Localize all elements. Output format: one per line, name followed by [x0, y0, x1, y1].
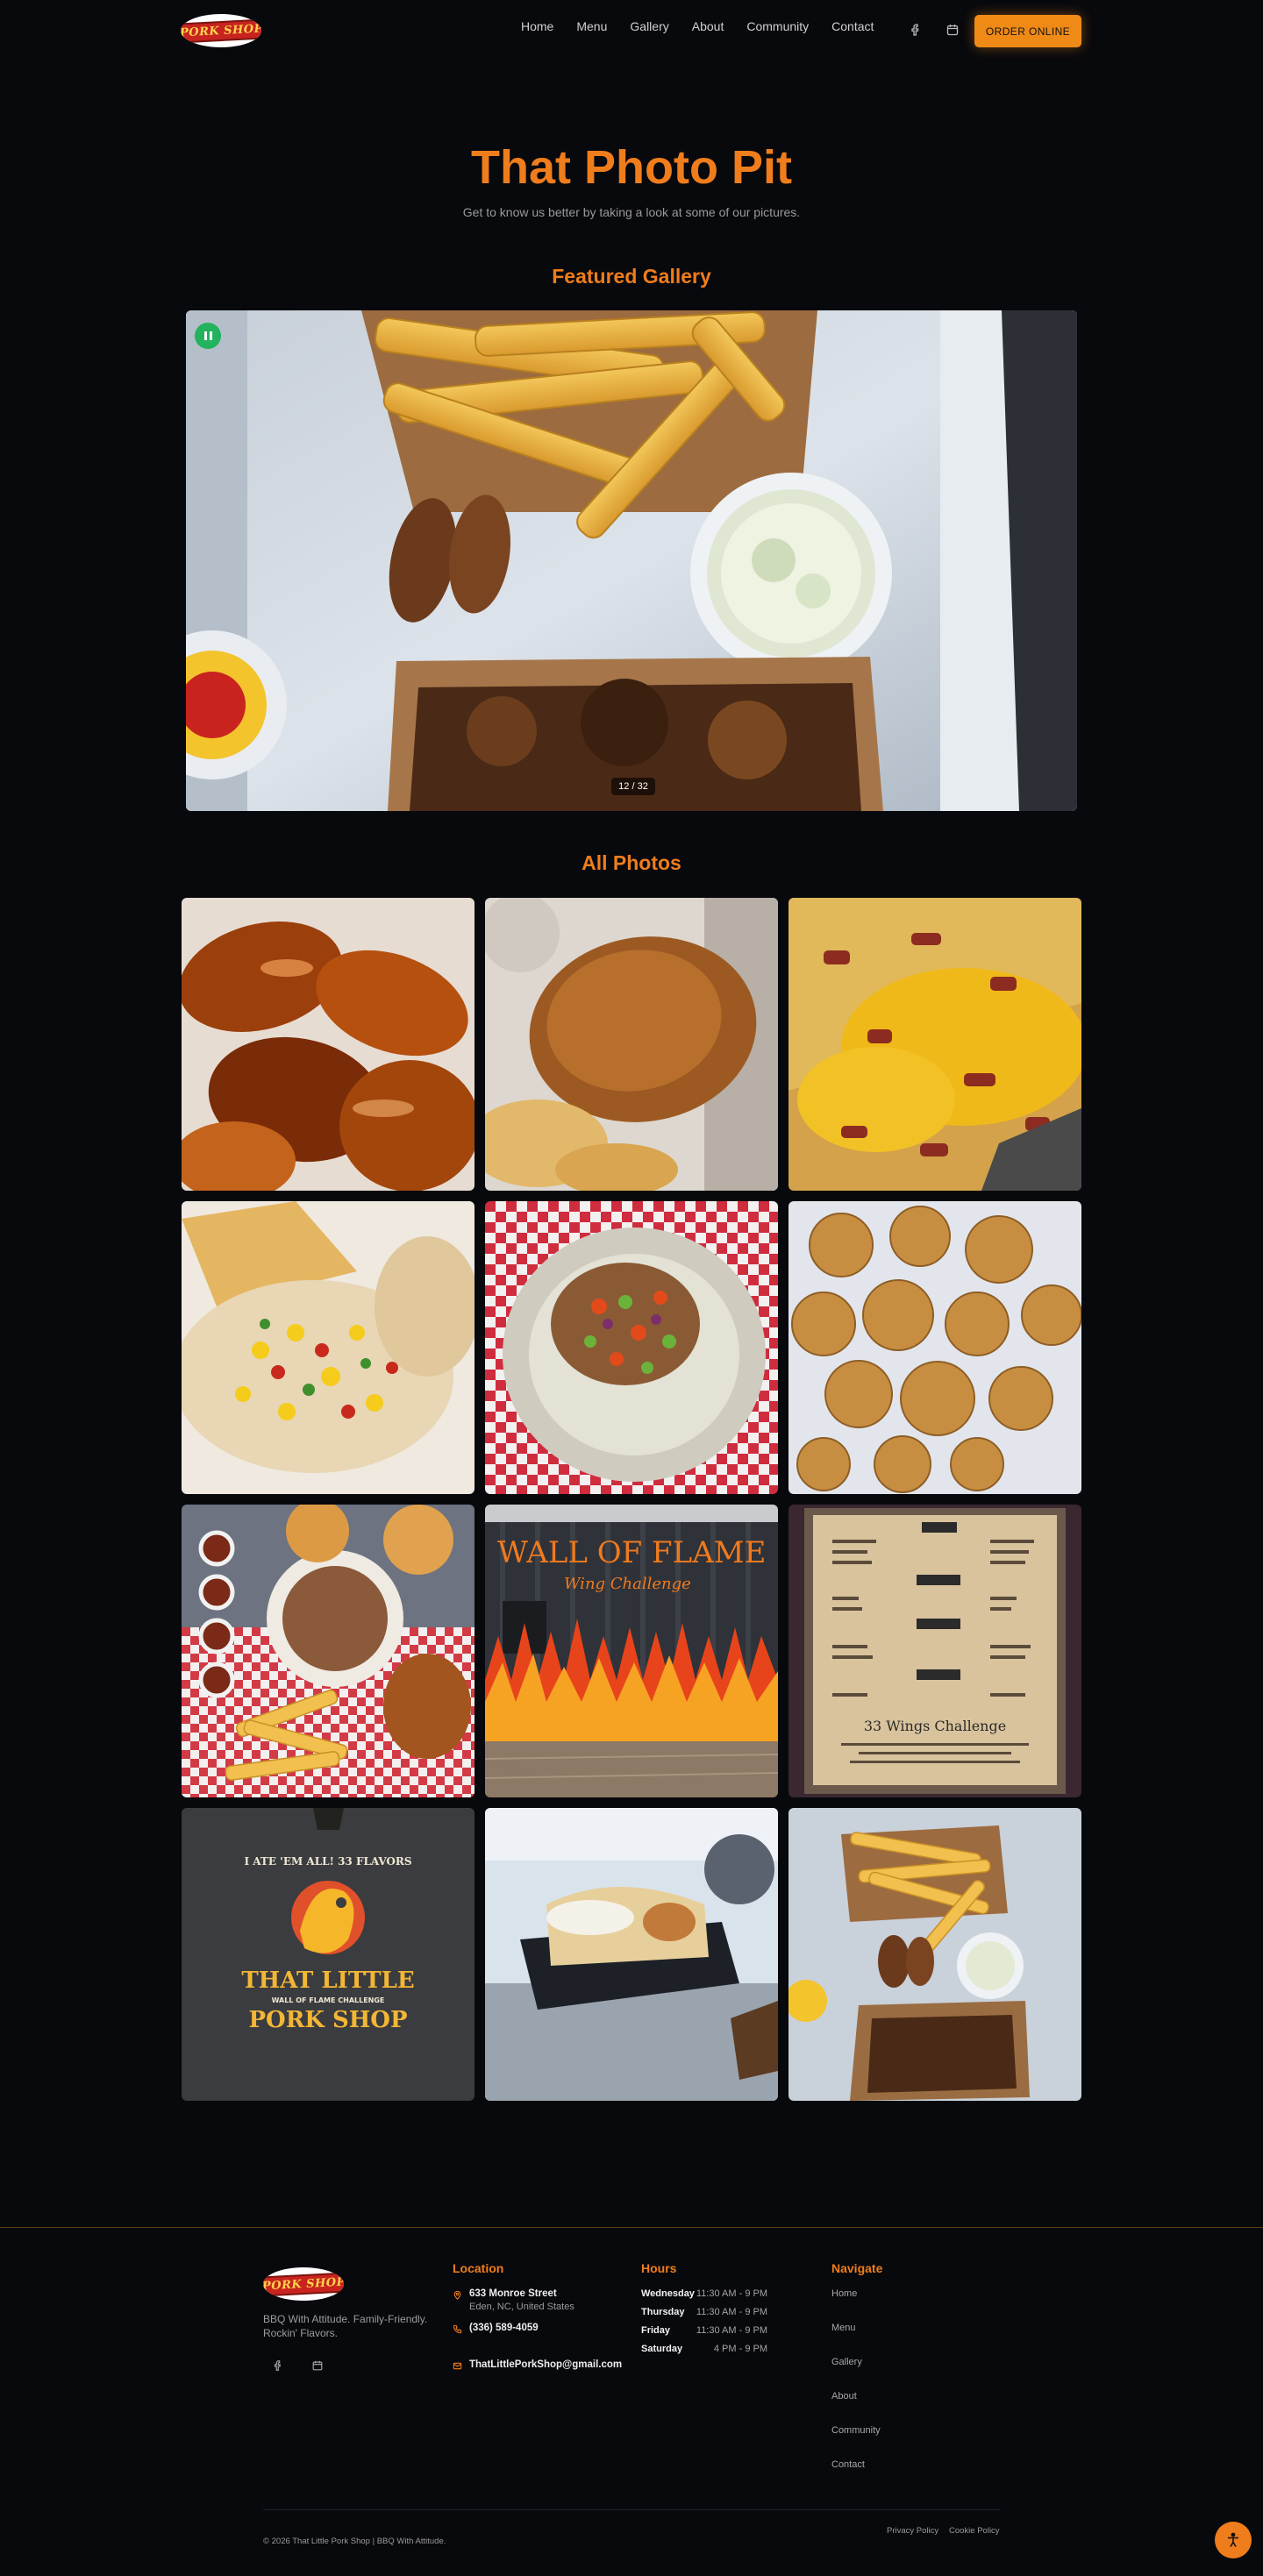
footer-facebook-icon[interactable] [272, 2359, 284, 2372]
footer-nav-gallery[interactable]: Gallery [831, 2357, 862, 2367]
photo-tile-wings[interactable] [182, 898, 475, 1191]
email-address: ThatLittlePorkShop@gmail.com [469, 2359, 623, 2370]
calendar-icon[interactable] [945, 23, 960, 37]
featured-gallery-heading: Featured Gallery [552, 265, 711, 288]
loaded-fries-photo [788, 898, 1081, 1191]
hours-time: 4 PM - 9 PM [713, 2344, 767, 2354]
street-address: 633 Monroe Street [469, 2288, 557, 2299]
phone-icon [453, 2324, 462, 2334]
footer-nav-community[interactable]: Community [831, 2425, 881, 2436]
nav-contact[interactable]: Contact [831, 18, 874, 35]
photo-tile-fries-pork-tray[interactable] [788, 1808, 1081, 2101]
footer-tagline: BBQ With Attitude. Family-Friendly. Rock… [263, 2313, 428, 2339]
menu-board-photo: 33 Wings Challenge [788, 1505, 1081, 1797]
nav-about[interactable]: About [692, 18, 724, 35]
pause-slideshow-button[interactable] [195, 323, 221, 349]
photo-tile-fried-pickles[interactable] [788, 1201, 1081, 1494]
hours-time: 11:30 AM - 9 PM [696, 2307, 767, 2317]
phone[interactable]: (336) 589-4059 [453, 2323, 539, 2334]
hours-row: Friday 11:30 AM - 9 PM [641, 2325, 767, 2336]
hours-day: Wednesday [641, 2288, 695, 2299]
photo-tile-wall-of-flame[interactable]: WALL OF FLAME Wing Challenge [485, 1505, 778, 1797]
nav-gallery[interactable]: Gallery [630, 18, 668, 35]
photo-tile-bbq-platter[interactable] [182, 1505, 475, 1797]
photo-tile-hot-dog-basket[interactable] [485, 1808, 778, 2101]
pause-icon-bar [209, 331, 212, 340]
featured-slideshow[interactable]: 12 / 32 [186, 310, 1077, 811]
menu-board-title: 33 Wings Challenge [864, 1718, 1006, 1734]
mural-subtitle: Wing Challenge [564, 1575, 691, 1593]
footer-nav-menu[interactable]: Menu [831, 2323, 856, 2333]
site-footer: PORK SHOP BBQ With Attitude. Family-Frie… [0, 2227, 1263, 2576]
phone-number: (336) 589-4059 [469, 2323, 539, 2333]
hours-heading: Hours [641, 2261, 677, 2275]
hours-row: Wednesday 11:30 AM - 9 PM [641, 2288, 767, 2299]
footer-nav-home[interactable]: Home [831, 2288, 857, 2299]
site-header: PORK SHOP Home Menu Gallery About Commun… [0, 0, 1263, 63]
shirt-brand-1: THAT LITTLE [241, 1968, 414, 1994]
shirt-top-text: I ATE 'EM ALL! 33 FLAVORS [244, 1855, 411, 1868]
tacos-photo [182, 1201, 475, 1494]
wings-photo [182, 898, 475, 1191]
privacy-policy-link[interactable]: Privacy Policy [887, 2526, 938, 2536]
city-address: Eden, NC, United States [469, 2302, 574, 2312]
fried-pickles-photo [788, 1201, 1081, 1494]
photo-tile-fried-chop[interactable] [485, 898, 778, 1191]
hours-row: Saturday 4 PM - 9 PM [641, 2344, 767, 2354]
navigate-heading: Navigate [831, 2261, 883, 2275]
nav-menu[interactable]: Menu [576, 18, 607, 35]
photo-grid: WALL OF FLAME Wing Challenge 33 Wings Ch… [182, 898, 1082, 2101]
email[interactable]: ThatLittlePorkShop@gmail.com [453, 2359, 622, 2371]
nachos-photo [485, 1201, 778, 1494]
logo-text: PORK SHOP [181, 18, 261, 44]
hours-time: 11:30 AM - 9 PM [696, 2288, 767, 2299]
photo-tile-nachos[interactable] [485, 1201, 778, 1494]
t-shirt-photo: I ATE 'EM ALL! 33 FLAVORS THAT LITTLE WA… [182, 1808, 475, 2101]
footer-divider [263, 2509, 1000, 2510]
photo-tile-t-shirt[interactable]: I ATE 'EM ALL! 33 FLAVORS THAT LITTLE WA… [182, 1808, 475, 2101]
facebook-icon[interactable] [909, 23, 923, 37]
pause-icon [203, 331, 207, 340]
map-pin-icon [453, 2290, 461, 2300]
main-nav: Home Menu Gallery About Community Contac… [521, 18, 896, 35]
hot-dog-basket-photo [485, 1808, 778, 2101]
footer-logo-text: PORK SHOP [263, 2271, 344, 2297]
hours-day: Saturday [641, 2344, 683, 2354]
photo-tile-menu-board[interactable]: 33 Wings Challenge [788, 1505, 1081, 1797]
address[interactable]: 633 Monroe Street Eden, NC, United State… [453, 2288, 574, 2312]
hours-row: Thursday 11:30 AM - 9 PM [641, 2307, 767, 2317]
page-subtitle: Get to know us better by taking a look a… [462, 205, 801, 219]
location-heading: Location [453, 2261, 504, 2275]
photo-tile-tacos[interactable] [182, 1201, 475, 1494]
site-logo[interactable]: PORK SHOP [181, 14, 261, 47]
copyright: © 2026 That Little Pork Shop | BBQ With … [263, 2537, 446, 2546]
fried-chop-photo [485, 898, 778, 1191]
hours-time: 11:30 AM - 9 PM [696, 2325, 767, 2336]
featured-photo [186, 310, 1077, 811]
slide-counter: 12 / 32 [611, 778, 655, 795]
footer-logo[interactable]: PORK SHOP [263, 2267, 344, 2301]
order-online-button[interactable]: ORDER ONLINE [974, 15, 1081, 47]
footer-calendar-icon[interactable] [311, 2359, 324, 2372]
mural-title: WALL OF FLAME [497, 1535, 766, 1570]
footer-nav-about[interactable]: About [831, 2391, 857, 2402]
footer-nav-contact[interactable]: Contact [831, 2459, 865, 2470]
accessibility-icon [1228, 2532, 1238, 2547]
shirt-brand-2: PORK SHOP [249, 2007, 408, 2033]
fries-pork-tray-photo [788, 1808, 1081, 2101]
wall-of-flame-photo: WALL OF FLAME Wing Challenge [485, 1505, 778, 1797]
bbq-platter-photo [182, 1505, 475, 1797]
nav-community[interactable]: Community [746, 18, 809, 35]
all-photos-heading: All Photos [582, 851, 681, 874]
nav-home[interactable]: Home [521, 18, 553, 35]
mail-icon [453, 2362, 462, 2370]
cookie-policy-link[interactable]: Cookie Policy [949, 2526, 1000, 2536]
page-title: That Photo Pit [471, 141, 792, 194]
photo-tile-loaded-fries[interactable] [788, 898, 1081, 1191]
hours-day: Thursday [641, 2307, 685, 2317]
accessibility-button[interactable] [1215, 2522, 1252, 2558]
hours-day: Friday [641, 2325, 671, 2336]
shirt-sub: WALL OF FLAME CHALLENGE [272, 1996, 385, 2004]
